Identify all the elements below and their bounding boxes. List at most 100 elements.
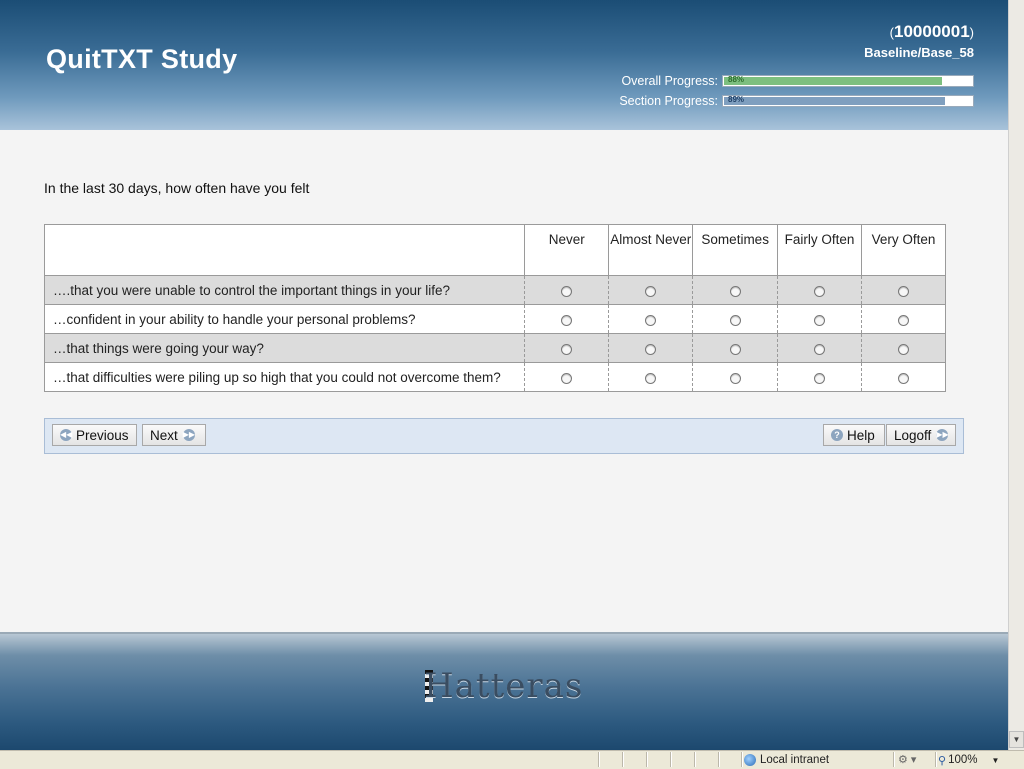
security-zone: Local intranet — [744, 752, 829, 768]
radio-cell — [608, 275, 693, 305]
help-button[interactable]: ? Help — [823, 424, 885, 446]
radio-fairly-often[interactable] — [814, 314, 825, 326]
section-progress-bar: 89% — [722, 95, 974, 107]
logoff-label: Logoff — [894, 427, 932, 443]
protected-mode-icon[interactable]: ⚙ ▾ — [898, 753, 916, 766]
overall-progress: Overall Progress: 88% — [621, 73, 974, 89]
radio-never[interactable] — [561, 285, 573, 297]
zoom-value: 100% — [948, 754, 978, 766]
radio-almost-never[interactable] — [645, 343, 657, 355]
section-progress-value: 89% — [728, 95, 745, 104]
radio-cell — [777, 304, 862, 334]
radio-fairly-often[interactable] — [814, 343, 825, 355]
radio-fairly-often[interactable] — [814, 372, 825, 384]
radio-cell — [524, 333, 609, 363]
overall-progress-bar: 88% — [722, 75, 974, 87]
radio-cell — [860, 275, 947, 305]
zoom-magnifier-icon: ⚲ — [938, 754, 947, 767]
status-pane — [670, 752, 693, 767]
radio-cell — [860, 304, 947, 334]
section-progress: Section Progress: 89% — [619, 93, 974, 109]
intranet-globe-icon — [744, 754, 756, 766]
overall-progress-value: 88% — [728, 75, 745, 84]
vertical-scrollbar[interactable] — [1008, 0, 1024, 750]
status-pane — [622, 752, 645, 767]
column-header: Sometimes — [692, 224, 779, 276]
radio-cell — [524, 362, 609, 392]
rewind-icon: ◀◀ — [60, 429, 73, 441]
radio-cell — [608, 304, 693, 334]
section-name: Baseline/Base_58 — [864, 45, 974, 60]
navigation-bar: ◀◀ Previous Next ▶▶ ? Help Logoff ▶▶ — [44, 418, 964, 454]
radio-cell — [777, 362, 862, 392]
status-pane — [694, 752, 717, 767]
hatteras-logo: Hatteras — [424, 666, 584, 706]
column-header: Never — [524, 224, 610, 276]
radio-cell — [524, 304, 609, 334]
status-pane — [598, 752, 621, 767]
radio-never[interactable] — [561, 372, 573, 384]
radio-sometimes[interactable] — [729, 314, 741, 326]
page-footer: Hatteras — [0, 632, 1008, 752]
help-label: Help — [847, 427, 875, 443]
radio-sometimes[interactable] — [729, 343, 741, 355]
radio-cell — [608, 362, 693, 392]
column-header: Almost Never — [608, 224, 694, 276]
previous-label: Previous — [76, 427, 129, 443]
participant-id: 10000001 — [894, 22, 970, 41]
next-button[interactable]: Next ▶▶ — [142, 424, 206, 446]
radio-cell — [692, 333, 778, 363]
radio-cell — [692, 362, 778, 392]
overall-progress-label: Overall Progress: — [621, 74, 718, 88]
previous-button[interactable]: ◀◀ Previous — [52, 424, 137, 446]
item-text: …that things were going your way? — [43, 333, 525, 363]
zone-label: Local intranet — [760, 754, 830, 766]
scroll-down-arrow-icon[interactable]: ▼ — [1009, 731, 1024, 748]
radio-cell — [692, 275, 778, 305]
item-text: …that difficulties were piling up so hig… — [43, 362, 525, 392]
participant-id-line: (10000001) — [889, 22, 974, 41]
radio-almost-never[interactable] — [645, 372, 657, 384]
table-row: ….that you were unable to control the im… — [43, 275, 947, 305]
chevron-down-icon: ▼ — [991, 755, 1000, 765]
question-prompt: In the last 30 days, how often have you … — [44, 180, 310, 196]
grid-header-blank — [43, 224, 526, 276]
status-pane — [718, 752, 741, 767]
item-text: ….that you were unable to control the im… — [43, 275, 525, 305]
browser-status-bar: Local intranet ⚙ ▾ ⚲ 100% ▼ — [0, 750, 1024, 769]
radio-very-often[interactable] — [897, 372, 909, 384]
radio-cell — [777, 275, 862, 305]
fast-forward-icon: ▶▶ — [182, 429, 196, 441]
radio-almost-never[interactable] — [645, 314, 657, 326]
fast-forward-icon: ▶▶ — [936, 429, 949, 441]
radio-fairly-often[interactable] — [814, 285, 825, 297]
radio-never[interactable] — [561, 343, 573, 355]
radio-cell — [860, 362, 947, 392]
zoom-control[interactable]: ⚲ 100% ▼ — [938, 752, 999, 768]
likert-grid: Never Almost Never Sometimes Fairly Ofte… — [43, 224, 947, 392]
study-title: QuitTXT Study — [46, 44, 238, 74]
logoff-button[interactable]: Logoff ▶▶ — [886, 424, 956, 446]
table-row: …confident in your ability to handle you… — [43, 304, 947, 334]
status-pane — [646, 752, 669, 767]
radio-very-often[interactable] — [897, 285, 909, 297]
radio-almost-never[interactable] — [645, 285, 657, 297]
grid-header-row: Never Almost Never Sometimes Fairly Ofte… — [43, 224, 947, 276]
radio-very-often[interactable] — [897, 314, 909, 326]
section-progress-label: Section Progress: — [619, 94, 718, 108]
column-header: Fairly Often — [777, 224, 862, 276]
radio-sometimes[interactable] — [729, 285, 741, 297]
radio-cell — [692, 304, 778, 334]
section-progress-fill — [724, 97, 945, 105]
table-row: …that things were going your way? — [43, 333, 947, 363]
table-row: …that difficulties were piling up so hig… — [43, 362, 947, 392]
next-label: Next — [150, 427, 178, 443]
radio-cell — [524, 275, 609, 305]
item-text: …confident in your ability to handle you… — [43, 304, 525, 334]
help-icon: ? — [831, 429, 843, 441]
radio-very-often[interactable] — [897, 343, 909, 355]
column-header: Very Often — [860, 224, 947, 276]
radio-never[interactable] — [561, 314, 573, 326]
radio-cell — [608, 333, 693, 363]
radio-sometimes[interactable] — [729, 372, 741, 384]
